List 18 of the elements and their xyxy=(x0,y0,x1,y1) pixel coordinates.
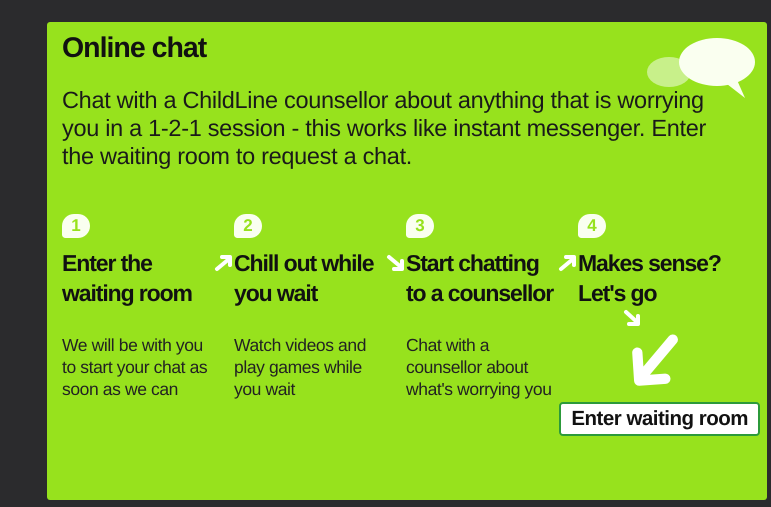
arrow-icon xyxy=(214,252,234,274)
arrow-icon xyxy=(558,252,578,274)
arrow-icon xyxy=(386,252,406,274)
step-description: Watch videos and play games while you wait xyxy=(234,334,368,400)
step-description: We will be with you to start your chat as soon as we can xyxy=(62,334,208,400)
panel-title: Online chat xyxy=(62,32,208,64)
intro-paragraph: Chat with a ChildLine counsellor about anything that is worrying you in a 1-2-1 session - this works like instant messenger. Enter the waiting room to request a chat. xyxy=(62,86,708,170)
step-number: 3 xyxy=(406,214,434,238)
arrow-icon xyxy=(622,308,642,328)
step-heading: Chill out while you wait xyxy=(234,249,374,308)
step-heading: Start chatting to a counsellor xyxy=(406,249,554,308)
step-number: 1 xyxy=(62,214,90,238)
step-number: 4 xyxy=(578,214,606,238)
step-description: Chat with a counsellor about what's worrying you xyxy=(406,334,553,400)
step-heading: Enter the waiting room xyxy=(62,249,192,308)
enter-waiting-room-button[interactable]: Enter waiting room xyxy=(559,402,760,436)
step-number: 2 xyxy=(234,214,262,238)
step-heading: Makes sense? Let's go xyxy=(578,249,721,308)
